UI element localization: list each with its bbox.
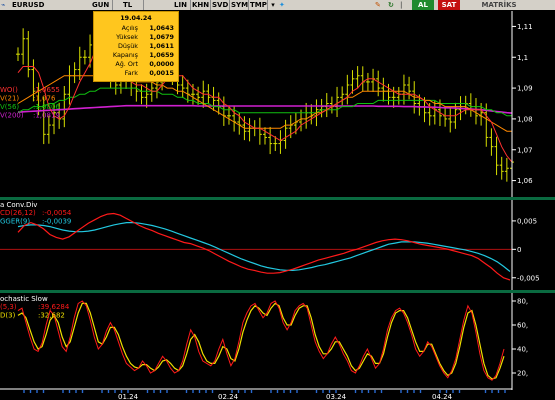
tooltip-diff-value: 0,0015: [149, 69, 174, 77]
ma21-line: [17, 75, 512, 132]
tab-khn-label: KHN: [192, 1, 210, 9]
stoch-k-line: [17, 300, 505, 381]
macd-y-axis: 0,005 0 -0,005: [512, 217, 540, 282]
macd-tick-label-0: 0,005: [517, 217, 537, 225]
dropdown-arrow-icon[interactable]: ▾: [268, 0, 278, 10]
price-legend-value-0: :1,0655: [33, 86, 60, 94]
sell-button[interactable]: SAT: [438, 0, 460, 10]
stoch-legend-name-1: D(3): [0, 312, 16, 320]
price-tick-label-5: 1,06: [517, 177, 533, 185]
price-chart: 1,11 1,1 1,09 1,08 1,07 1,06 WO() :1,0655 V(21)…: [0, 11, 555, 400]
buy-button[interactable]: AL: [412, 0, 434, 10]
tooltip-avg-value: 0,0000: [149, 60, 174, 68]
tooltip-date: 19.04.24: [120, 14, 152, 22]
stochastic-lines: [17, 300, 505, 381]
tab-svd-label: SVD: [212, 1, 229, 9]
tab-lin[interactable]: LIN: [172, 0, 191, 10]
tooltip-low-value: 1,0611: [149, 42, 174, 50]
stoch-title: ochastic Slow: [0, 295, 48, 303]
tab-gun[interactable]: GUN: [86, 0, 113, 10]
date-tick-label-0: 01.24: [118, 393, 139, 400]
macd-legend-value-0: :-0,0054: [42, 209, 72, 217]
price-legend-name-0: WO(): [0, 86, 18, 94]
stoch-legend-value-1: :32,682: [38, 312, 65, 320]
separator-0: [0, 197, 555, 200]
separator-icon: |: [400, 1, 403, 9]
panel-separators: [0, 11, 555, 390]
stochastic-legend: ochastic Slow(5,3) :39,6284 D(3) :32,682: [0, 295, 70, 320]
twitter-icon[interactable]: ✦: [279, 0, 287, 10]
macd-line: [17, 212, 511, 281]
price-tick-label-2: 1,09: [517, 85, 533, 93]
price-legend-value-1: :1,076: [33, 95, 56, 103]
date-tick-label-1: 02.24: [218, 393, 239, 400]
macd-tick-label-2: -0,005: [517, 274, 540, 282]
tooltip-high-value: 1,0679: [149, 33, 174, 41]
price-tick-label-1: 1,1: [517, 54, 528, 62]
tooltip-low-label: Düşük: [117, 42, 138, 50]
tab-sym[interactable]: SYM: [230, 0, 249, 10]
pin-icon[interactable]: ✎: [375, 0, 384, 10]
price-legend-value-3: :1,0819: [33, 112, 60, 120]
separator-1: [0, 290, 555, 293]
price-legend-value-2: :1,0806: [33, 103, 60, 111]
tooltip-avg-label: Ağ. Ort: [115, 60, 138, 68]
stoch-legend-name-0: (5,3): [0, 303, 17, 311]
price-legend-name-1: V(21): [0, 95, 19, 103]
macd-panel: 0,005 0 -0,005 a Conv.DivCD(26,12) :-0,0054…: [0, 201, 540, 282]
stochastic-y-axis: 80, 60, 40, 20,: [512, 298, 528, 378]
tab-khn[interactable]: KHN: [191, 0, 211, 10]
price-y-axis: 1,11 1,1 1,09 1,08 1,07 1,06: [512, 23, 533, 185]
tab-tmp-label: TMP: [250, 1, 267, 9]
stochastic-panel: 80, 60, 40, 20, ochastic Slow(5,3) :39,6284 D…: [0, 295, 528, 381]
macd-legend-value-1: :-0,0039: [42, 218, 71, 226]
tab-tl-label: TL: [123, 1, 133, 9]
stoch-tick-label-1: 60,: [517, 322, 528, 330]
tooltip-close-value: 1,0659: [149, 51, 174, 59]
tab-svd[interactable]: SVD: [211, 0, 230, 10]
date-axis: 01.24 02.24 03.24 04.24: [23, 390, 506, 400]
macd-legend-name-0: CD(26,12): [0, 209, 36, 217]
stoch-tick-label-0: 80,: [517, 298, 528, 306]
chart-icon[interactable]: ⌁: [1, 0, 11, 10]
refresh-icon[interactable]: ↻: [388, 0, 397, 10]
price-tick-label-4: 1,07: [517, 146, 533, 154]
stoch-tick-label-3: 20,: [517, 370, 528, 378]
toolbar: ⌁ EURUSD GUN TL LIN KHN SVD SYM TMP ▾ ✦ …: [0, 0, 555, 10]
price-panel: 1,11 1,1 1,09 1,08 1,07 1,06 WO() :1,0655 V(21)…: [0, 22, 533, 185]
tab-tmp[interactable]: TMP: [249, 0, 268, 10]
tooltip-high-label: Yüksek: [116, 33, 138, 41]
price-legend-name-3: V(200): [0, 112, 24, 120]
macd-legend-name-1: GGER(9): [0, 218, 30, 226]
tooltip-open-value: 1,0643: [149, 24, 174, 32]
tab-gun-label: GUN: [92, 1, 110, 9]
price-tick-label-3: 1,08: [517, 115, 533, 123]
matriks-button[interactable]: MATRİKS: [472, 0, 526, 10]
tab-sym-label: SYM: [231, 1, 249, 9]
symbol-label[interactable]: EURUSD: [12, 0, 44, 10]
macd-legend: a Conv.DivCD(26,12) :-0,0054 GGER(9) :-0,00…: [0, 201, 72, 226]
macd-lines: [0, 212, 512, 281]
price-legend: WO() :1,0655 V(21) :1,076 V(56) :1,0806 V(200)…: [0, 86, 60, 120]
tooltip-open-label: Açılış: [121, 24, 138, 32]
price-tick-label-0: 1,11: [517, 23, 533, 31]
date-tick-label-2: 03.24: [326, 393, 347, 400]
stoch-legend-value-0: :39,6284: [38, 303, 70, 311]
date-tick-label-3: 04.24: [432, 393, 453, 400]
tab-tl[interactable]: TL: [113, 0, 144, 10]
tab-lin-label: LIN: [174, 1, 187, 9]
macd-tick-label-1: 0: [517, 246, 521, 254]
ohlc-tooltip: 19.04.24 Açılış 1,0643 Yüksek 1,0679 Düş…: [93, 11, 179, 82]
stoch-tick-label-2: 40,: [517, 346, 528, 354]
ohlc-bars: [16, 22, 514, 182]
tooltip-close-label: Kapanış: [112, 51, 138, 59]
tooltip-diff-label: Fark: [124, 69, 138, 77]
price-legend-name-2: V(56): [0, 103, 19, 111]
macd-title: a Conv.Div: [0, 201, 37, 209]
